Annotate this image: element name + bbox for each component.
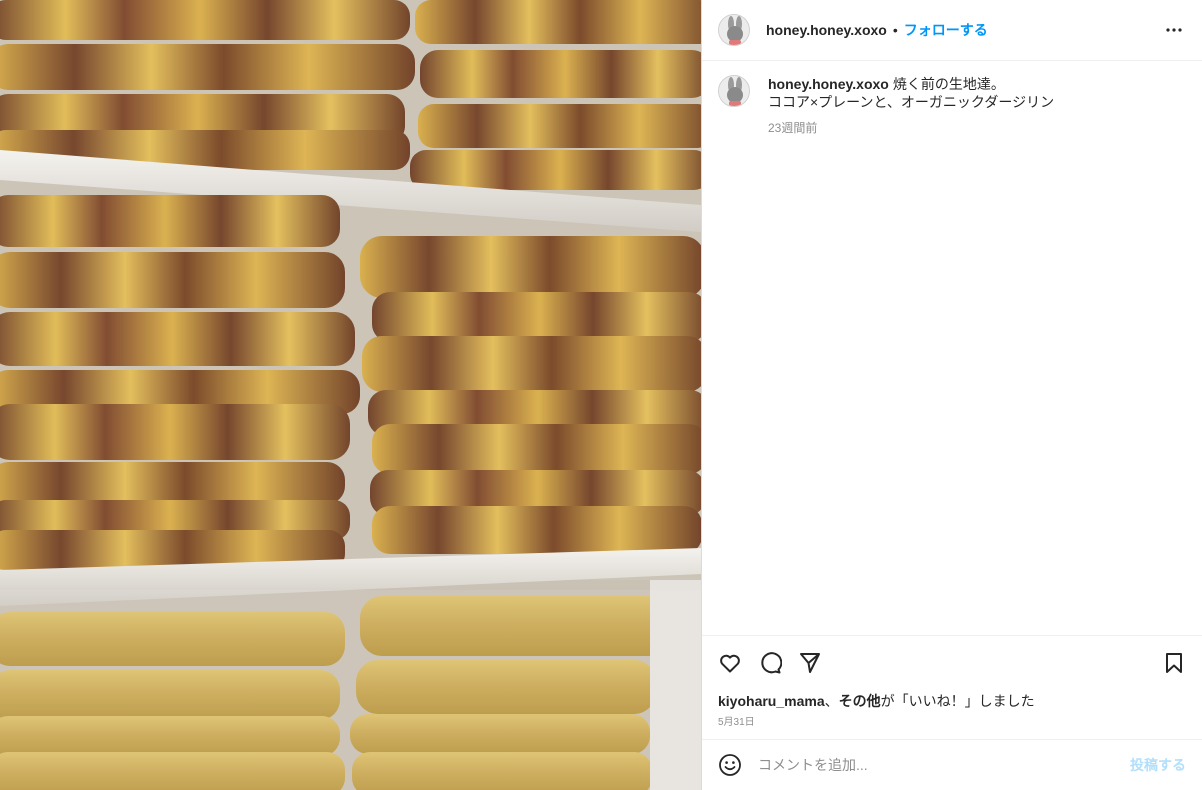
comment-icon [761,651,782,673]
bunny-avatar-icon [719,15,749,45]
likes-summary: kiyoharu_mama、その他が「いいね！」しました [702,689,1202,711]
post-date[interactable]: 5月31日 [702,711,1202,739]
post-sidebar: honey.honey.xoxo • フォローする honey.honey.xo… [701,0,1202,790]
post-header: honey.honey.xoxo • フォローする [702,0,1202,61]
bunny-avatar-icon [719,76,749,106]
photo-frozen-dough-logs [0,0,701,790]
post-photo[interactable] [0,0,701,790]
caption-avatar[interactable] [718,75,750,107]
save-button[interactable] [1162,651,1186,675]
action-bar [702,635,1202,689]
post-author-username[interactable]: honey.honey.xoxo [766,22,887,38]
caption-username[interactable]: honey.honey.xoxo [768,76,889,92]
more-options-button[interactable] [1162,18,1186,42]
like-button[interactable] [718,651,742,675]
instagram-post: honey.honey.xoxo • フォローする honey.honey.xo… [0,0,1202,790]
likes-suffix: が「いいね！」しました [880,693,1035,709]
follow-button[interactable]: フォローする [904,20,988,40]
likes-others-link[interactable]: その他 [839,693,881,709]
emoji-button[interactable] [718,753,742,777]
caption-body: honey.honey.xoxo 焼く前の生地達。 ココア×プレーンと、オーガニッ… [768,75,1054,137]
avatar[interactable] [718,14,750,46]
comment-button[interactable] [758,651,782,675]
caption-time[interactable]: 23週間前 [768,119,1054,137]
more-horizontal-icon [1166,28,1182,32]
comment-input[interactable] [758,757,1130,773]
header-separator: • [892,22,898,38]
caption: honey.honey.xoxo 焼く前の生地達。 ココア×プレーンと、オーガニッ… [718,75,1186,137]
comment-form: 投稿する [702,739,1202,790]
smiley-icon [719,754,741,776]
share-icon [800,652,820,673]
post-comment-button[interactable]: 投稿する [1130,755,1186,775]
bookmark-icon [1166,652,1182,673]
share-button[interactable] [798,651,822,675]
likes-separator: 、 [824,693,839,709]
liker-username[interactable]: kiyoharu_mama [718,693,825,709]
comments-area: honey.honey.xoxo 焼く前の生地達。 ココア×プレーンと、オーガニッ… [702,61,1202,635]
heart-icon [720,654,740,672]
